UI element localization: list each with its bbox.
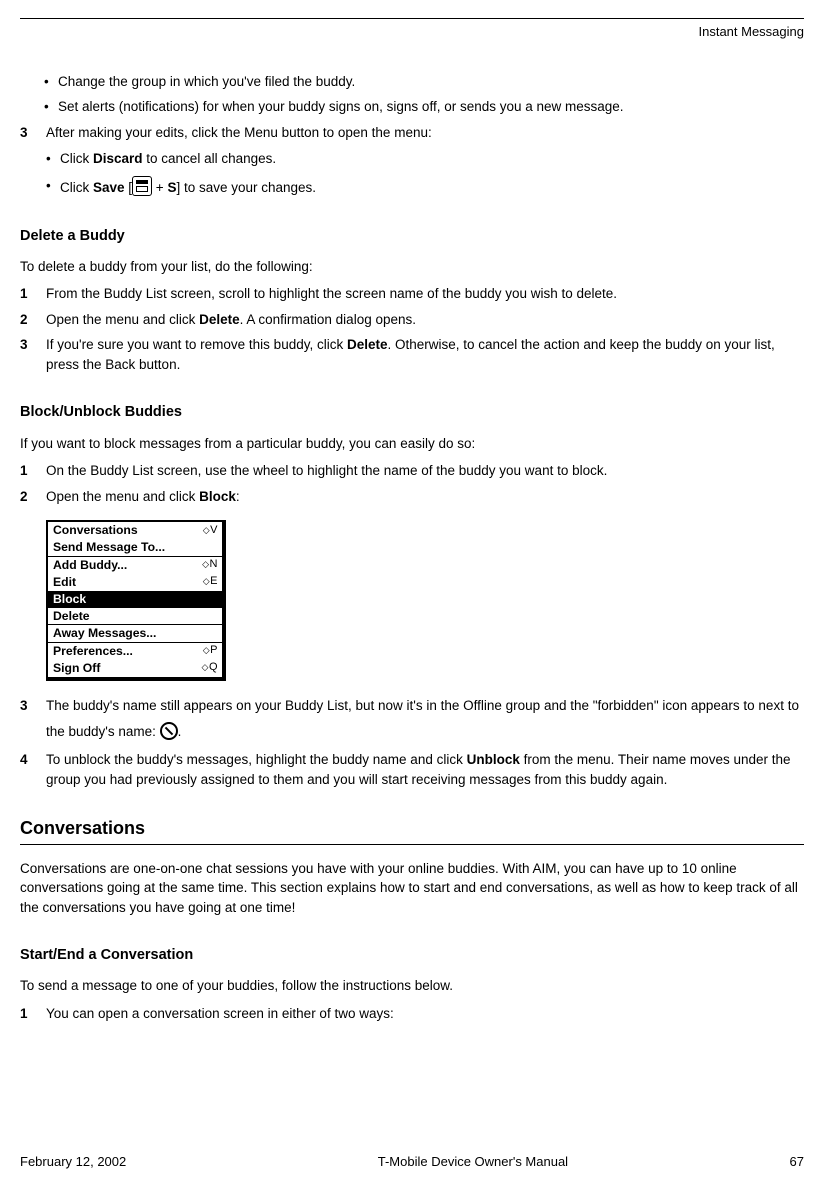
step-item: 2 Open the menu and click Block: [20, 487, 804, 507]
menu-screenshot: Conversations V Send Message To... Add Budd… [46, 520, 226, 681]
menu-item-label: Block [53, 593, 86, 605]
step-item: 3 The buddy's name still appears on your… [20, 693, 804, 744]
step-item: 3 If you're sure you want to remove this… [20, 335, 804, 374]
menu-item: Send Message To... [48, 539, 222, 556]
intro-bullets: Change the group in which you've filed t… [20, 72, 804, 117]
bullet-item: Click Discard to cancel all changes. [60, 149, 804, 169]
menu-item-label: Edit [53, 576, 76, 588]
top-rule [20, 18, 804, 19]
conversations-para: Conversations are one-on-one chat sessio… [20, 859, 804, 918]
heading-rule [20, 844, 804, 845]
heading-conversations: Conversations [20, 815, 804, 841]
menu-item-shortcut: P [203, 645, 217, 656]
menu-item: Sign Off Q [48, 660, 222, 677]
forbidden-icon [160, 722, 178, 740]
menu-button-icon [132, 176, 152, 196]
menu-item-shortcut: V [203, 525, 217, 536]
step-item: 2 Open the menu and click Delete. A conf… [20, 310, 804, 330]
menu-item-label: Away Messages... [53, 627, 156, 639]
menu-item-label: Sign Off [53, 662, 100, 674]
step-item: 1 From the Buddy List screen, scroll to … [20, 284, 804, 304]
menu-item-label: Conversations [53, 524, 138, 536]
delete-intro: To delete a buddy from your list, do the… [20, 257, 804, 277]
menu-item: Preferences... P [48, 643, 222, 660]
menu-item-label: Preferences... [53, 645, 133, 657]
step-item: 3 After making your edits, click the Men… [20, 123, 804, 198]
heading-block-unblock: Block/Unblock Buddies [20, 402, 804, 423]
menu-item: Add Buddy... N [48, 557, 222, 574]
menu-item-shortcut: E [203, 576, 217, 587]
block-steps-3-4: 3 The buddy's name still appears on your… [20, 693, 804, 789]
delete-steps: 1 From the Buddy List screen, scroll to … [20, 284, 804, 374]
manual-page: Instant Messaging Change the group in wh… [0, 0, 824, 1198]
heading-start-end: Start/End a Conversation [20, 945, 804, 966]
menu-item: Block [48, 591, 222, 608]
page-content: Change the group in which you've filed t… [20, 72, 804, 1024]
menu-item: Delete [48, 608, 222, 625]
step-item: 4 To unblock the buddy's messages, highl… [20, 750, 804, 789]
menu-item: Edit E [48, 574, 222, 591]
bullet-item: Click Save [ + S] to save your changes. [60, 176, 804, 198]
footer-date: February 12, 2002 [20, 1153, 126, 1172]
startend-steps: 1 You can open a conversation screen in … [20, 1004, 804, 1024]
edit-steps-cont: 3 After making your edits, click the Men… [20, 123, 804, 198]
startend-intro: To send a message to one of your buddies… [20, 976, 804, 996]
menu-item-label: Delete [53, 610, 90, 622]
footer-page: 67 [790, 1153, 804, 1172]
running-header: Instant Messaging [20, 23, 804, 42]
step-number: 3 [20, 123, 28, 143]
menu-item-shortcut: Q [202, 662, 217, 673]
page-footer: February 12, 2002 T-Mobile Device Owner'… [20, 1153, 804, 1172]
menu-item-shortcut: N [202, 559, 217, 570]
block-intro: If you want to block messages from a par… [20, 434, 804, 454]
block-steps-1-2: 1 On the Buddy List screen, use the whee… [20, 461, 804, 506]
step3-bullets: Click Discard to cancel all changes. Cli… [46, 149, 804, 198]
heading-delete-buddy: Delete a Buddy [20, 226, 804, 247]
bullet-item: Set alerts (notifications) for when your… [58, 97, 804, 117]
step-item: 1 You can open a conversation screen in … [20, 1004, 804, 1024]
step-item: 1 On the Buddy List screen, use the whee… [20, 461, 804, 481]
bullet-item: Change the group in which you've filed t… [58, 72, 804, 92]
menu-item-label: Add Buddy... [53, 559, 127, 571]
menu-item-label: Send Message To... [53, 541, 165, 553]
step-text: After making your edits, click the Menu … [46, 125, 432, 140]
menu-item: Away Messages... [48, 625, 222, 642]
menu-item: Conversations V [48, 522, 222, 539]
footer-title: T-Mobile Device Owner's Manual [378, 1153, 568, 1172]
